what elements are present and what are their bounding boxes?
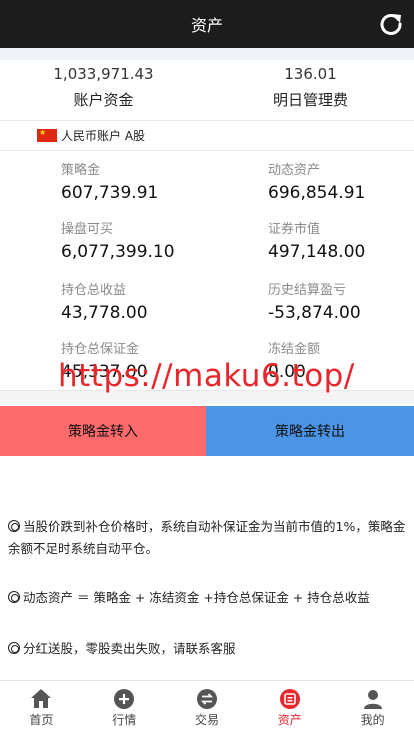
- stat-position-profit: 持仓总收益 43,778.00: [61, 283, 148, 323]
- stat-settled-pnl: 历史结算盈亏 -53,874.00: [268, 283, 361, 323]
- stat-value: 497,148.00: [268, 242, 366, 262]
- plus-circle-icon: [114, 689, 135, 709]
- fee-summary: 136.01 明日管理费: [207, 60, 414, 118]
- account-label: 人民币账户 A股: [61, 129, 146, 143]
- china-flag-icon: ★: [37, 128, 57, 142]
- stat-label: 动态资产: [268, 163, 321, 178]
- stat-value: 607,739.91: [61, 183, 159, 203]
- top-bar: 资产: [0, 0, 414, 48]
- funds-label: 账户资金: [73, 91, 134, 109]
- stat-value: 6,077,399.10: [61, 242, 175, 262]
- stat-label: 操盘可买: [61, 222, 114, 237]
- stat-dynamic-assets: 动态资产 696,854.91: [268, 163, 365, 203]
- stat-label: 持仓总收益: [61, 283, 127, 298]
- bullseye-icon: [8, 520, 20, 532]
- note-margin-call: 当股价跌到补仓价格时，系统自动补保证金为当前市值的1%，策略金余额不足时系统自动…: [8, 516, 408, 560]
- refresh-icon[interactable]: [378, 11, 404, 37]
- stat-value: -53,874.00: [268, 303, 361, 323]
- stat-label: 历史结算盈亏: [268, 283, 347, 298]
- note-dividend: 分红送股，零股卖出失败，请联系客服: [8, 638, 408, 660]
- tab-assets[interactable]: 资产: [248, 681, 331, 736]
- watermark-url: https://maku6.top/: [58, 358, 355, 394]
- transfer-out-button[interactable]: 策略金转出: [206, 406, 414, 456]
- tab-trade[interactable]: 交易: [166, 681, 249, 736]
- stat-value: 696,854.91: [268, 183, 366, 203]
- tab-market[interactable]: 行情: [83, 681, 166, 736]
- tab-label: 行情: [112, 713, 137, 727]
- page-title: 资产: [190, 16, 223, 35]
- tab-label: 首页: [29, 713, 54, 727]
- stats-grid: 策略金 607,739.91 动态资产 696,854.91 操盘可买 6,07…: [0, 152, 414, 390]
- user-icon: [363, 690, 382, 709]
- tab-label: 交易: [194, 713, 219, 727]
- account-row: ★ 人民币账户 A股: [0, 120, 414, 151]
- note-dynamic-assets: 动态资产 ＝ 策略金 + 冻结资金 +持仓总保证金 + 持仓总收益: [8, 587, 408, 609]
- stat-buyable: 操盘可买 6,077,399.10: [61, 222, 175, 262]
- fee-label: 明日管理费: [272, 91, 348, 109]
- bullseye-icon: [8, 591, 20, 603]
- tab-profile[interactable]: 我的: [331, 681, 414, 736]
- account-summary: 1,033,971.43 账户资金 136.01 明日管理费: [0, 60, 414, 118]
- stat-market-value: 证券市值 497,148.00: [268, 222, 365, 262]
- transfer-in-button[interactable]: 策略金转入: [0, 406, 206, 456]
- tab-home[interactable]: 首页: [0, 681, 83, 736]
- stat-strategy-fund: 策略金 607,739.91: [61, 163, 158, 203]
- funds-summary: 1,033,971.43 账户资金: [0, 60, 207, 118]
- fee-value: 136.01: [284, 65, 337, 83]
- note-text: 动态资产 ＝ 策略金 + 冻结资金 +持仓总保证金 + 持仓总收益: [23, 590, 370, 605]
- note-text: 当股价跌到补仓价格时，系统自动补保证金为当前市值的1%，策略金余额不足时系统自动…: [8, 519, 406, 556]
- home-icon: [31, 689, 52, 708]
- wallet-icon: [279, 689, 300, 709]
- tab-label: 资产: [277, 713, 302, 727]
- tab-label: 我的: [360, 713, 385, 727]
- exchange-icon: [196, 689, 217, 709]
- stat-value: 43,778.00: [61, 303, 148, 323]
- bullseye-icon: [8, 642, 20, 654]
- header-band: [0, 48, 414, 60]
- stat-label: 证券市值: [268, 222, 321, 237]
- bottom-tab-bar: 首页 行情 交易 资产 我的: [0, 680, 414, 736]
- funds-value: 1,033,971.43: [53, 65, 154, 83]
- stat-label: 策略金: [61, 163, 101, 178]
- note-text: 分红送股，零股卖出失败，请联系客服: [23, 641, 236, 656]
